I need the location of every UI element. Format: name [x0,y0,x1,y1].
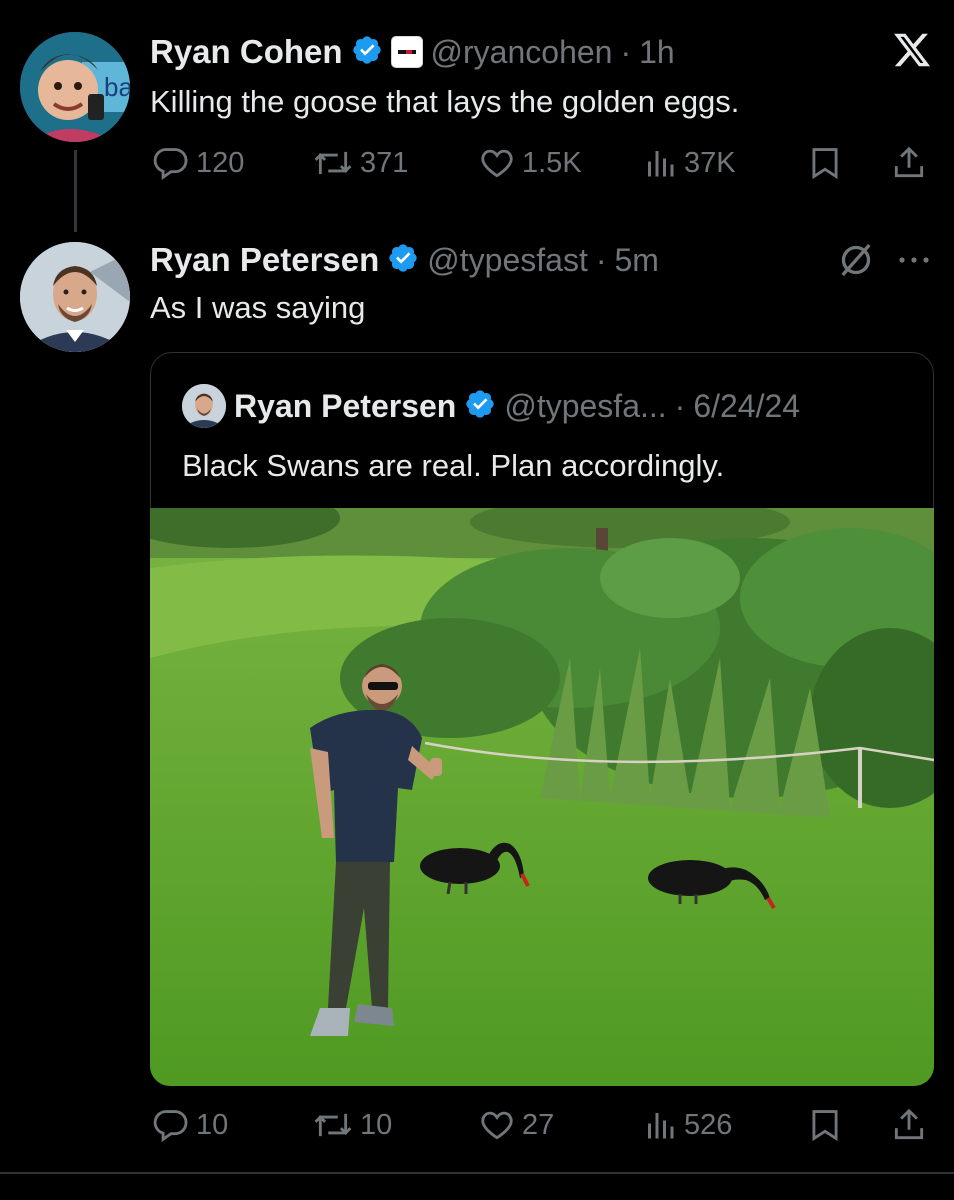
post-time[interactable]: 5m [614,242,658,279]
share-button[interactable] [890,1106,928,1144]
avatar-ryan-petersen[interactable] [20,242,130,352]
quoted-author-name: Ryan Petersen [234,387,457,424]
divider [0,1172,954,1174]
grok-icon[interactable] [836,240,876,280]
quoted-post-text: Black Swans are real. Plan accordingly. [182,448,725,483]
author-name[interactable]: Ryan Petersen [150,241,379,279]
like-count: 27 [522,1108,555,1141]
affiliate-badge-icon [390,36,423,68]
reply-button[interactable]: 120 [152,144,244,182]
quoted-avatar [182,384,226,428]
bookmark-button[interactable] [806,144,844,182]
views-icon [648,1113,674,1139]
avatar-ryan-cohen[interactable]: ba [20,32,130,142]
share-icon [894,1108,924,1140]
like-icon [481,149,513,178]
reply-icon [153,148,188,180]
verified-badge-icon [464,388,496,425]
share-icon [894,146,924,178]
views-icon [648,151,674,177]
repost-icon [314,151,352,175]
post1-header: Ryan Cohen @ryancohen · 1h [150,30,675,74]
quoted-author-handle: @typesfa... [504,387,667,424]
repost-button[interactable]: 371 [312,144,408,182]
bookmark-icon [812,1110,838,1142]
verified-badge-icon [351,34,383,71]
separator-dot: · [620,33,632,70]
quoted-post-header: Ryan Petersen @typesfa... · 6/24/24 [182,384,800,428]
like-count: 1.5K [522,146,582,179]
x-logo-icon[interactable] [892,30,932,70]
like-button[interactable]: 1.5K [478,144,582,182]
reply-count: 10 [196,1108,229,1141]
repost-count: 371 [360,146,409,179]
reply-icon [153,1110,188,1142]
views-button[interactable]: 526 [642,1106,732,1144]
views-count: 37K [684,146,736,179]
like-button[interactable]: 27 [478,1106,554,1144]
repost-count: 10 [360,1108,393,1141]
views-button[interactable]: 37K [642,144,736,182]
author-handle[interactable]: @typesfast [427,242,588,279]
quoted-post-date: 6/24/24 [693,387,801,424]
post-time[interactable]: 1h [639,34,675,71]
author-name[interactable]: Ryan Cohen [150,33,343,71]
post1-text: Killing the goose that lays the golden e… [150,84,740,119]
post2-header: Ryan Petersen @typesfast · 5m [150,238,659,282]
reply-button[interactable]: 10 [152,1106,228,1144]
avatar-badge-text: ba [104,72,130,102]
repost-icon [314,1113,352,1137]
bookmark-button[interactable] [806,1106,844,1144]
bookmark-icon [812,148,838,180]
views-count: 526 [684,1108,733,1141]
share-button[interactable] [890,144,928,182]
thread-connector-line [74,150,77,232]
more-icon[interactable] [896,250,932,270]
reply-count: 120 [196,146,245,179]
like-icon [481,1111,513,1140]
author-handle[interactable]: @ryancohen [431,34,613,71]
repost-button[interactable]: 10 [312,1106,392,1144]
post2-text: As I was saying [150,290,366,325]
separator-dot: · [674,387,686,424]
quoted-post-photo[interactable] [150,508,934,1086]
separator-dot: · [595,241,607,278]
verified-badge-icon [387,242,419,279]
